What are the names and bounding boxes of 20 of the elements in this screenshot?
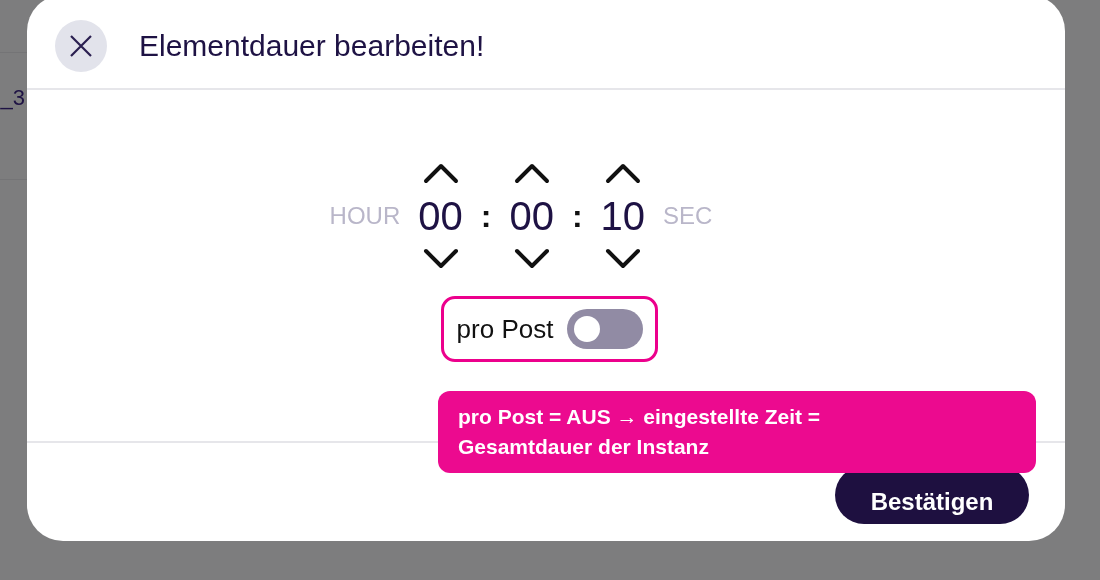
seconds-label: SEC: [663, 202, 713, 230]
dialog-title: Elementdauer bearbeiten!: [139, 28, 485, 63]
hour-label: HOUR: [329, 202, 401, 230]
time-value[interactable]: 10: [600, 196, 646, 236]
tooltip: pro Post = AUS → eingestellte Zeit = Gesamtdauer der Instanz: [438, 391, 1036, 473]
chevron-up-icon[interactable]: [422, 162, 459, 184]
close-button[interactable]: [55, 19, 107, 72]
chevron-up-icon[interactable]: [604, 162, 641, 184]
chevron-down-icon[interactable]: [513, 248, 550, 270]
toggle-label: pro Post: [456, 313, 554, 345]
background-text: _3: [0, 85, 25, 111]
time-value[interactable]: 00: [418, 196, 463, 236]
time-separator: :: [571, 197, 583, 235]
time-value[interactable]: 00: [509, 196, 554, 236]
chevron-down-icon[interactable]: [604, 248, 641, 270]
chevron-down-icon[interactable]: [422, 248, 459, 270]
chevron-up-icon[interactable]: [513, 162, 550, 184]
toggle-switch[interactable]: [567, 309, 644, 349]
time-separator: :: [480, 197, 492, 235]
close-icon: [69, 33, 93, 58]
